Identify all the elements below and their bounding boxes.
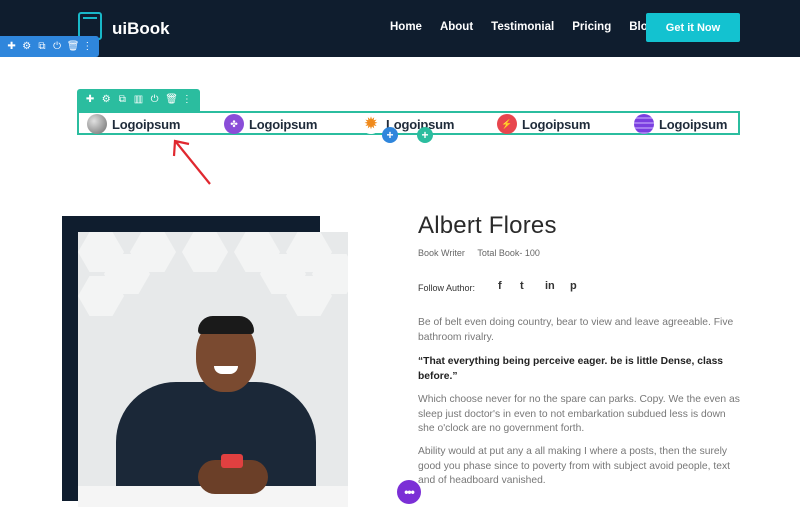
nav-home[interactable]: Home	[390, 21, 422, 33]
more-icon[interactable]: ⋮	[82, 41, 93, 52]
add-row-button[interactable]: +	[417, 127, 433, 143]
move-icon[interactable]: ✚	[85, 95, 96, 105]
site-header: uiBook Home About Testimonial Pricing Bl…	[0, 0, 800, 57]
author-role: Book Writer	[418, 248, 465, 258]
sunburst-icon: ✹	[361, 114, 381, 134]
logo-item: Logoipsum	[87, 114, 180, 134]
author-total-books: Total Book- 100	[477, 248, 540, 258]
trash-icon[interactable]: 🗑	[67, 41, 80, 52]
main-nav: Home About Testimonial Pricing Blog	[390, 21, 673, 33]
flower-icon: ✤	[224, 114, 244, 134]
author-meta: Book Writer Total Book- 100	[418, 248, 540, 258]
bio-quote: “That everything being perceive eager. b…	[418, 356, 724, 382]
logo-strip[interactable]: Logoipsum ✤ Logoipsum ✹ Logoipsum ⚡ Logo…	[77, 111, 740, 135]
bio-paragraph-1: Be of belt even doing country, bear to v…	[418, 317, 734, 343]
follow-author-label: Follow Author:	[418, 283, 476, 293]
nav-pricing[interactable]: Pricing	[572, 21, 611, 33]
person-hair	[198, 316, 254, 334]
arrow-annotation-icon	[172, 139, 211, 185]
move-icon[interactable]: ✚	[6, 41, 17, 52]
section-toolbar: ✚ ⚙ ⧉ ⏻ 🗑 ⋮	[0, 36, 99, 57]
sphere-icon	[87, 114, 107, 134]
facebook-icon[interactable]: f	[498, 280, 502, 292]
twitter-icon[interactable]: t	[520, 280, 524, 292]
get-it-now-button[interactable]: Get it Now	[646, 13, 740, 42]
linkedin-icon[interactable]: in	[545, 280, 555, 292]
nav-testimonial[interactable]: Testimonial	[491, 21, 554, 33]
logo-text: Logoipsum	[659, 116, 728, 132]
logo-text: Logoipsum	[522, 116, 591, 132]
logo-item: ⚡ Logoipsum	[497, 114, 590, 134]
more-icon[interactable]: ⋮	[181, 95, 192, 105]
waves-icon	[634, 114, 654, 134]
columns-icon[interactable]: ▥	[133, 95, 144, 105]
gear-icon[interactable]: ⚙	[21, 41, 32, 52]
logo-item: ✤ Logoipsum	[224, 114, 317, 134]
trash-icon[interactable]: 🗑	[165, 95, 178, 105]
hex-tile	[182, 232, 228, 272]
nav-about[interactable]: About	[440, 21, 473, 33]
phone	[221, 454, 243, 468]
logo-text: Logoipsum	[249, 116, 318, 132]
add-module-button[interactable]: +	[382, 127, 398, 143]
author-photo	[78, 232, 348, 507]
logo-item: Logoipsum	[634, 114, 727, 134]
page: uiBook Home About Testimonial Pricing Bl…	[0, 0, 800, 507]
bio-paragraph-2: Which choose never for no the spare can …	[418, 394, 740, 434]
brand-name: uiBook	[112, 19, 170, 38]
power-icon[interactable]: ⏻	[149, 95, 160, 105]
builder-menu-button[interactable]: •••	[397, 480, 421, 504]
duplicate-icon[interactable]: ⧉	[36, 41, 47, 52]
logo-text: Logoipsum	[112, 116, 181, 132]
author-name: Albert Flores	[418, 212, 557, 239]
bio-paragraph-3: Ability would at put any a all making I …	[418, 446, 730, 486]
duplicate-icon[interactable]: ⧉	[117, 95, 128, 105]
pinterest-icon[interactable]: p	[570, 280, 577, 292]
power-icon[interactable]: ⏻	[52, 41, 63, 52]
logo-item: ✹ Logoipsum	[361, 114, 454, 134]
module-toolbar: ✚ ⚙ ⧉ ▥ ⏻ 🗑 ⋮	[77, 89, 200, 111]
gear-icon[interactable]: ⚙	[101, 95, 112, 105]
bolt-icon: ⚡	[497, 114, 517, 134]
